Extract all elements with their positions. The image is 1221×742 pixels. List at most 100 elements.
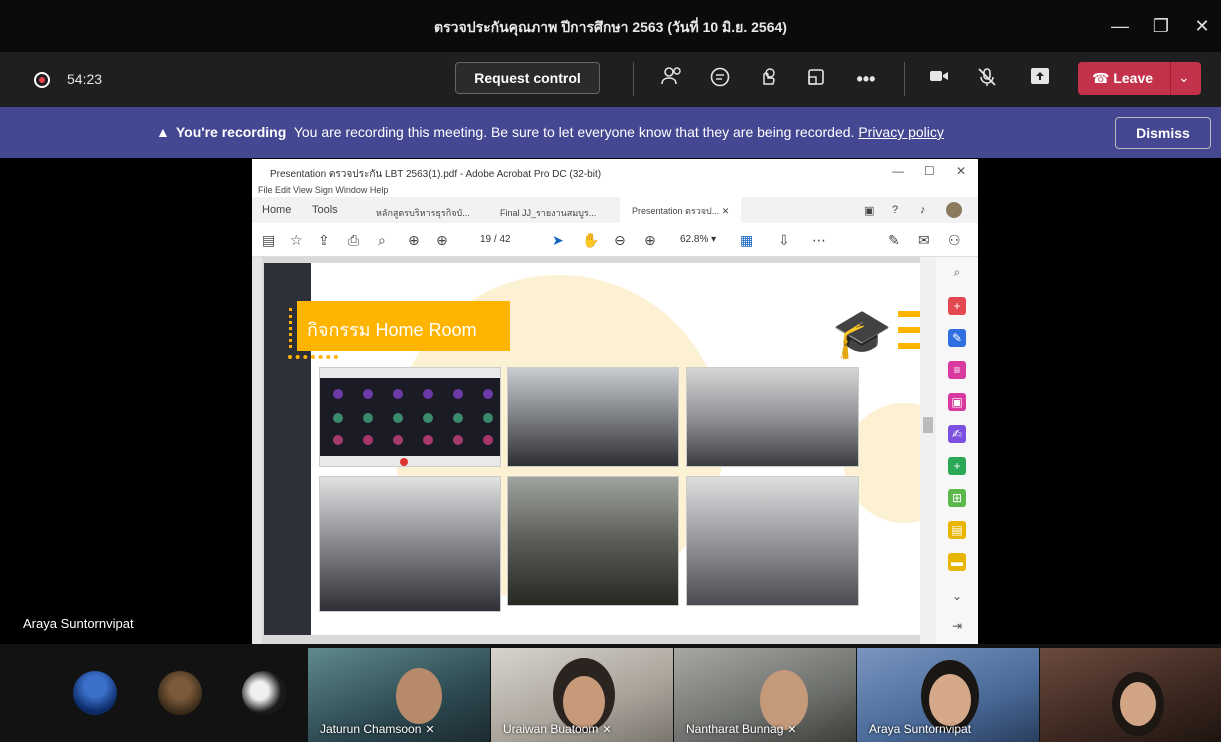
participant-avatar[interactable]: [158, 671, 202, 715]
star-icon[interactable]: ☆: [290, 232, 303, 249]
acrobat-close-icon[interactable]: ✕: [956, 164, 966, 178]
doc-tab[interactable]: หลักสูตรบริหารธุรกิจบั...: [376, 206, 470, 220]
participant-name-text: Jaturun Chamsoon: [320, 722, 422, 736]
slide-title: กิจกรรม Home Room: [307, 320, 477, 340]
zoom-out-icon[interactable]: ⊖: [614, 232, 626, 249]
zoom-select[interactable]: 62.8% ▾: [680, 234, 716, 245]
close-button[interactable]: ✕: [1188, 12, 1216, 40]
combine-icon[interactable]: ⊞: [948, 489, 966, 507]
organize-pages-icon[interactable]: ≡: [948, 361, 966, 379]
export-pdf-icon[interactable]: +: [948, 297, 966, 315]
save-icon[interactable]: ▤: [262, 232, 275, 249]
doc-tab-active[interactable]: Presentation ตรวจป... ✕: [620, 197, 742, 223]
page-current[interactable]: 19: [480, 234, 491, 245]
doc-tab[interactable]: Final JJ_รายงานสมบูร...: [500, 206, 596, 220]
recording-text: You are recording this meeting. Be sure …: [293, 124, 855, 140]
scan-icon[interactable]: ▤: [948, 521, 966, 539]
right-tools-panel: ⌕ + ✎ ≡ ▣ ✍ + ⊞ ▤ ▬ ⌄ ⇥: [936, 257, 978, 644]
dismiss-button[interactable]: Dismiss: [1115, 117, 1211, 149]
comment-icon[interactable]: ▣: [864, 204, 874, 217]
acrobat-minimize-icon[interactable]: —: [892, 164, 904, 178]
left-panel-toggle[interactable]: [252, 257, 262, 644]
leave-button[interactable]: ☎ Leave ⌄: [1078, 62, 1201, 95]
photo-classroom: [507, 476, 679, 606]
participant-tile[interactable]: [1040, 648, 1221, 742]
decor-bars: [898, 311, 920, 359]
photo-classroom: [686, 367, 859, 467]
document-area[interactable]: กิจกรรม Home Room 🎓 ⌕ + ✎ ≡ ▣ ✍ + ⊞ ▤ ▬ …: [252, 257, 978, 644]
participant-avatar[interactable]: [73, 671, 117, 715]
sign-icon[interactable]: ✎: [888, 232, 900, 249]
upload-icon[interactable]: ⇪: [318, 232, 330, 249]
chat-icon[interactable]: [706, 66, 734, 92]
participant-video: [396, 668, 442, 724]
window-title: ตรวจประกันคุณภาพ ปีการศึกษา 2563 (วันที่…: [434, 19, 787, 35]
collapse-panel-icon[interactable]: ⇥: [948, 617, 966, 635]
compress-icon[interactable]: ▣: [948, 393, 966, 411]
reactions-icon[interactable]: [753, 66, 781, 92]
rooms-icon[interactable]: [802, 66, 830, 92]
mic-muted-icon: ✕: [602, 724, 612, 736]
chevron-down-icon[interactable]: ⌄: [1178, 69, 1190, 86]
warning-icon: ▲: [156, 124, 170, 140]
page-indicator[interactable]: 19 / 42: [480, 234, 511, 245]
recording-banner: ▲ You're recording You are recording this…: [0, 107, 1221, 158]
scroll-mode-icon[interactable]: ⇩: [778, 232, 790, 249]
more-options-icon[interactable]: •••: [852, 66, 880, 92]
camera-icon[interactable]: [925, 66, 953, 92]
minimize-button[interactable]: —: [1106, 12, 1134, 40]
edit-pdf-icon[interactable]: ✎: [948, 329, 966, 347]
participant-tile[interactable]: Jaturun Chamsoon ✕: [308, 648, 490, 742]
zoom-icon[interactable]: ⌕: [948, 263, 966, 281]
pdf-slide: กิจกรรม Home Room 🎓: [264, 263, 920, 635]
fill-sign-icon[interactable]: ✍: [948, 425, 966, 443]
restore-button[interactable]: ❐: [1147, 12, 1175, 40]
hand-icon[interactable]: ✋: [582, 232, 599, 249]
mic-muted-icon[interactable]: [973, 66, 1001, 92]
participant-name: Nantharat Bunnag ✕: [686, 722, 797, 736]
participants-icon[interactable]: [658, 66, 686, 92]
comment-tool-icon[interactable]: ▬: [948, 553, 966, 571]
acrobat-tabs: Home Tools หลักสูตรบริหารธุรกิจบั... Fin…: [252, 197, 978, 223]
help-icon[interactable]: ?: [892, 204, 898, 216]
zoom-in-icon[interactable]: ⊕: [644, 232, 656, 249]
privacy-policy-link[interactable]: Privacy policy: [858, 124, 944, 140]
zoom-search-icon[interactable]: ⌕: [378, 232, 386, 249]
participant-name-text: Uraiwan Buatoom: [503, 722, 599, 736]
photo-classroom: [319, 476, 501, 612]
select-cursor-icon[interactable]: ➤: [552, 232, 564, 249]
acrobat-window: Presentation ตรวจประกัน LBT 2563(1).pdf …: [252, 159, 978, 644]
share-screen-icon[interactable]: [1026, 66, 1054, 92]
participant-tile[interactable]: Araya Suntornvipat: [857, 648, 1039, 742]
print-icon[interactable]: ⎙: [348, 232, 359, 249]
participant-tile[interactable]: Uraiwan Buatoom ✕: [491, 648, 673, 742]
mail-icon[interactable]: ✉: [918, 232, 930, 249]
participant-tile[interactable]: Nantharat Bunnag ✕: [674, 648, 856, 742]
leave-text: Leave: [1113, 70, 1154, 86]
scroll-thumb[interactable]: [923, 417, 933, 433]
participant-name: Araya Suntornvipat: [869, 722, 971, 736]
toolbar-divider: [904, 62, 905, 96]
participant-avatar[interactable]: [242, 671, 286, 715]
vertical-scrollbar[interactable]: [920, 257, 936, 644]
leave-divider: [1170, 62, 1171, 95]
participant-name-text: Araya Suntornvipat: [869, 722, 972, 736]
photo-online-class: [319, 367, 501, 467]
page-down-icon[interactable]: ⊕: [436, 232, 448, 249]
acrobat-toolbar: ▤ ☆ ⇪ ⎙ ⌕ ⊕ ⊕ 19 / 42 ➤ ✋ ⊖ ⊕ 62.8% ▾ ▦ …: [252, 223, 978, 257]
acrobat-menu[interactable]: File Edit View Sign Window Help: [258, 185, 388, 195]
request-control-button[interactable]: Request control: [455, 62, 600, 94]
fit-page-icon[interactable]: ▦: [740, 232, 753, 249]
participant-video: [760, 670, 808, 730]
chevron-down-icon[interactable]: ⌄: [948, 587, 966, 605]
tab-home[interactable]: Home: [262, 204, 291, 216]
create-pdf-icon[interactable]: +: [948, 457, 966, 475]
more-tools-icon[interactable]: ⋯: [812, 232, 826, 249]
page-up-icon[interactable]: ⊕: [408, 232, 420, 249]
acrobat-title: Presentation ตรวจประกัน LBT 2563(1).pdf …: [270, 169, 602, 180]
share-user-icon[interactable]: ⚇: [948, 232, 961, 249]
avatar[interactable]: [946, 202, 962, 218]
bell-icon[interactable]: ♪: [920, 204, 926, 216]
acrobat-restore-icon[interactable]: ☐: [924, 164, 935, 178]
tab-tools[interactable]: Tools: [312, 204, 338, 216]
